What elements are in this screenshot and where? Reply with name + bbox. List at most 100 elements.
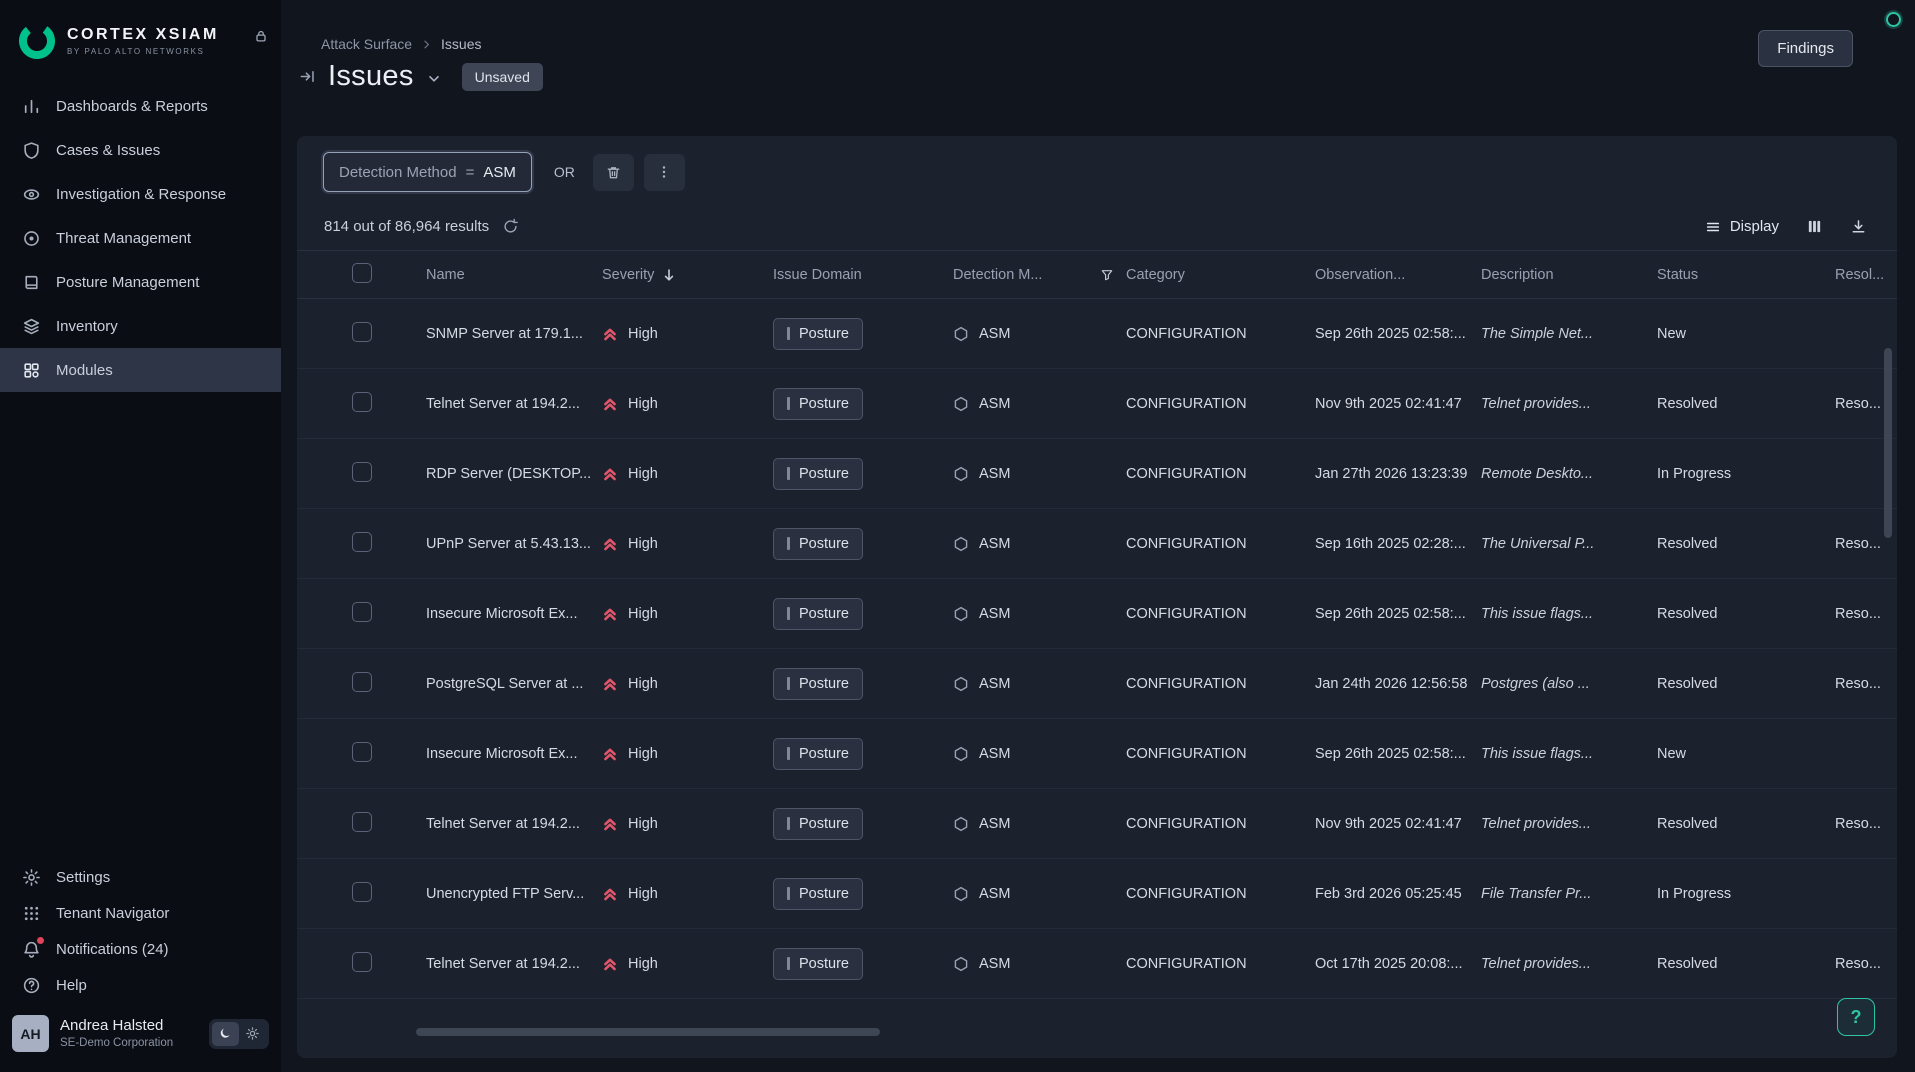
detection-method-label: ASM bbox=[979, 886, 1010, 902]
user-profile[interactable]: AH Andrea Halsted SE-Demo Corporation bbox=[0, 1003, 281, 1068]
cell-description: Telnet provides... bbox=[1481, 369, 1657, 439]
help-button[interactable]: ? bbox=[1837, 998, 1875, 1036]
column-header-name[interactable]: Name bbox=[426, 251, 602, 299]
cell-name[interactable]: Telnet Server at 194.2... bbox=[426, 929, 602, 999]
issue-domain-label: Posture bbox=[799, 536, 849, 552]
refresh-icon[interactable] bbox=[502, 218, 519, 235]
filter-chip-detection-method[interactable]: Detection Method = ASM bbox=[323, 152, 532, 192]
sidebar-item-help[interactable]: Help bbox=[0, 967, 281, 1003]
cell-resolution: Reso... bbox=[1835, 579, 1897, 649]
cell-name[interactable]: UPnP Server at 5.43.13... bbox=[426, 509, 602, 579]
severity-high-icon bbox=[602, 326, 618, 342]
sidebar-item-tenant-navigator[interactable]: Tenant Navigator bbox=[0, 895, 281, 931]
issue-domain-label: Posture bbox=[799, 816, 849, 832]
theme-toggle[interactable] bbox=[209, 1019, 269, 1049]
column-header-description[interactable]: Description bbox=[1481, 251, 1657, 299]
cell-observation: Sep 26th 2025 02:58:... bbox=[1315, 579, 1481, 649]
table-row[interactable]: Telnet Server at 194.2... High Posture bbox=[297, 369, 1897, 439]
findings-button[interactable]: Findings bbox=[1758, 30, 1853, 67]
row-checkbox[interactable] bbox=[352, 742, 372, 762]
breadcrumb-attack-surface[interactable]: Attack Surface bbox=[321, 36, 412, 52]
filter-funnel-icon[interactable] bbox=[1100, 268, 1114, 282]
table-row[interactable]: Telnet Server at 194.2... High Posture bbox=[297, 789, 1897, 859]
select-all-checkbox[interactable] bbox=[352, 263, 372, 283]
cell-name[interactable]: Insecure Microsoft Ex... bbox=[426, 579, 602, 649]
sidebar-item-posture-management[interactable]: Posture Management bbox=[0, 260, 281, 304]
table-row[interactable]: Unencrypted FTP Serv... High Posture A bbox=[297, 859, 1897, 929]
sidebar-item-notifications[interactable]: Notifications (24) bbox=[0, 931, 281, 967]
cell-severity: High bbox=[602, 509, 773, 579]
breadcrumb-issues[interactable]: Issues bbox=[441, 36, 481, 52]
cell-name[interactable]: SNMP Server at 179.1... bbox=[426, 299, 602, 369]
row-checkbox[interactable] bbox=[352, 392, 372, 412]
detection-method-label: ASM bbox=[979, 466, 1010, 482]
sidebar-collapse-toggle-icon[interactable] bbox=[299, 68, 316, 85]
row-checkbox[interactable] bbox=[352, 882, 372, 902]
cell-category: CONFIGURATION bbox=[1126, 649, 1315, 719]
display-button[interactable]: Display bbox=[1705, 218, 1779, 235]
delete-filter-button[interactable] bbox=[593, 154, 634, 191]
cell-issue-domain: Posture bbox=[773, 929, 953, 999]
column-header-issue-domain[interactable]: Issue Domain bbox=[773, 251, 953, 299]
export-download-icon[interactable] bbox=[1850, 218, 1867, 235]
sidebar-item-investigation-response[interactable]: Investigation & Response bbox=[0, 172, 281, 216]
title-dropdown-icon[interactable] bbox=[426, 71, 442, 87]
column-header-detection-method[interactable]: Detection M... bbox=[953, 251, 1126, 299]
column-header-resolution[interactable]: Resol... bbox=[1835, 251, 1897, 299]
sidebar-item-inventory[interactable]: Inventory bbox=[0, 304, 281, 348]
row-checkbox[interactable] bbox=[352, 602, 372, 622]
cell-status: In Progress bbox=[1657, 859, 1835, 929]
cell-name[interactable]: Unencrypted FTP Serv... bbox=[426, 859, 602, 929]
display-label: Display bbox=[1730, 218, 1779, 235]
status-ring-icon bbox=[1886, 12, 1901, 27]
issue-domain-badge: Posture bbox=[773, 528, 863, 560]
row-checkbox[interactable] bbox=[352, 322, 372, 342]
table-row[interactable]: Insecure Microsoft Ex... High Posture bbox=[297, 719, 1897, 789]
severity-high-icon bbox=[602, 466, 618, 482]
light-mode-button[interactable] bbox=[239, 1022, 266, 1046]
table-row[interactable]: UPnP Server at 5.43.13... High Posture bbox=[297, 509, 1897, 579]
sidebar-item-modules[interactable]: Modules bbox=[0, 348, 281, 392]
cell-name[interactable]: PostgreSQL Server at ... bbox=[426, 649, 602, 719]
detection-method-label: ASM bbox=[979, 956, 1010, 972]
severity-label: High bbox=[628, 816, 658, 832]
column-header-category[interactable]: Category bbox=[1126, 251, 1315, 299]
user-meta: Andrea Halsted SE-Demo Corporation bbox=[60, 1017, 173, 1050]
row-checkbox[interactable] bbox=[352, 532, 372, 552]
cell-name[interactable]: RDP Server (DESKTOP... bbox=[426, 439, 602, 509]
cell-name[interactable]: Insecure Microsoft Ex... bbox=[426, 719, 602, 789]
issues-panel: Detection Method = ASM OR bbox=[297, 136, 1897, 1058]
column-header-observation[interactable]: Observation... bbox=[1315, 251, 1481, 299]
severity-high-icon bbox=[602, 396, 618, 412]
sidebar-item-cases-issues[interactable]: Cases & Issues bbox=[0, 128, 281, 172]
table-row[interactable]: Insecure Microsoft Ex... High Posture bbox=[297, 579, 1897, 649]
cell-resolution: Reso... bbox=[1835, 649, 1897, 719]
avatar[interactable]: AH bbox=[12, 1015, 49, 1052]
vertical-scrollbar[interactable] bbox=[1884, 348, 1892, 538]
sidebar-item-dashboards-reports[interactable]: Dashboards & Reports bbox=[0, 84, 281, 128]
asm-hexagon-icon bbox=[953, 466, 969, 482]
row-checkbox[interactable] bbox=[352, 812, 372, 832]
filter-more-button[interactable] bbox=[644, 154, 685, 191]
sidebar-item-threat-management[interactable]: Threat Management bbox=[0, 216, 281, 260]
row-checkbox[interactable] bbox=[352, 462, 372, 482]
row-checkbox[interactable] bbox=[352, 672, 372, 692]
posture-icon bbox=[22, 273, 41, 292]
detection-method-label: ASM bbox=[979, 816, 1010, 832]
cell-name[interactable]: Telnet Server at 194.2... bbox=[426, 789, 602, 859]
columns-icon[interactable] bbox=[1806, 218, 1823, 235]
cell-name[interactable]: Telnet Server at 194.2... bbox=[426, 369, 602, 439]
table-row[interactable]: PostgreSQL Server at ... High Posture bbox=[297, 649, 1897, 719]
table-row[interactable]: SNMP Server at 179.1... High Posture A bbox=[297, 299, 1897, 369]
column-header-severity[interactable]: Severity bbox=[602, 251, 773, 299]
cell-description: This issue flags... bbox=[1481, 719, 1657, 789]
dark-mode-button[interactable] bbox=[212, 1022, 239, 1046]
horizontal-scrollbar[interactable] bbox=[416, 1028, 880, 1036]
row-checkbox[interactable] bbox=[352, 952, 372, 972]
cell-severity: High bbox=[602, 579, 773, 649]
cell-observation: Jan 24th 2026 12:56:58 bbox=[1315, 649, 1481, 719]
table-row[interactable]: Telnet Server at 194.2... High Posture bbox=[297, 929, 1897, 999]
column-header-status[interactable]: Status bbox=[1657, 251, 1835, 299]
sidebar-item-settings[interactable]: Settings bbox=[0, 859, 281, 895]
table-row[interactable]: RDP Server (DESKTOP... High Posture AS bbox=[297, 439, 1897, 509]
